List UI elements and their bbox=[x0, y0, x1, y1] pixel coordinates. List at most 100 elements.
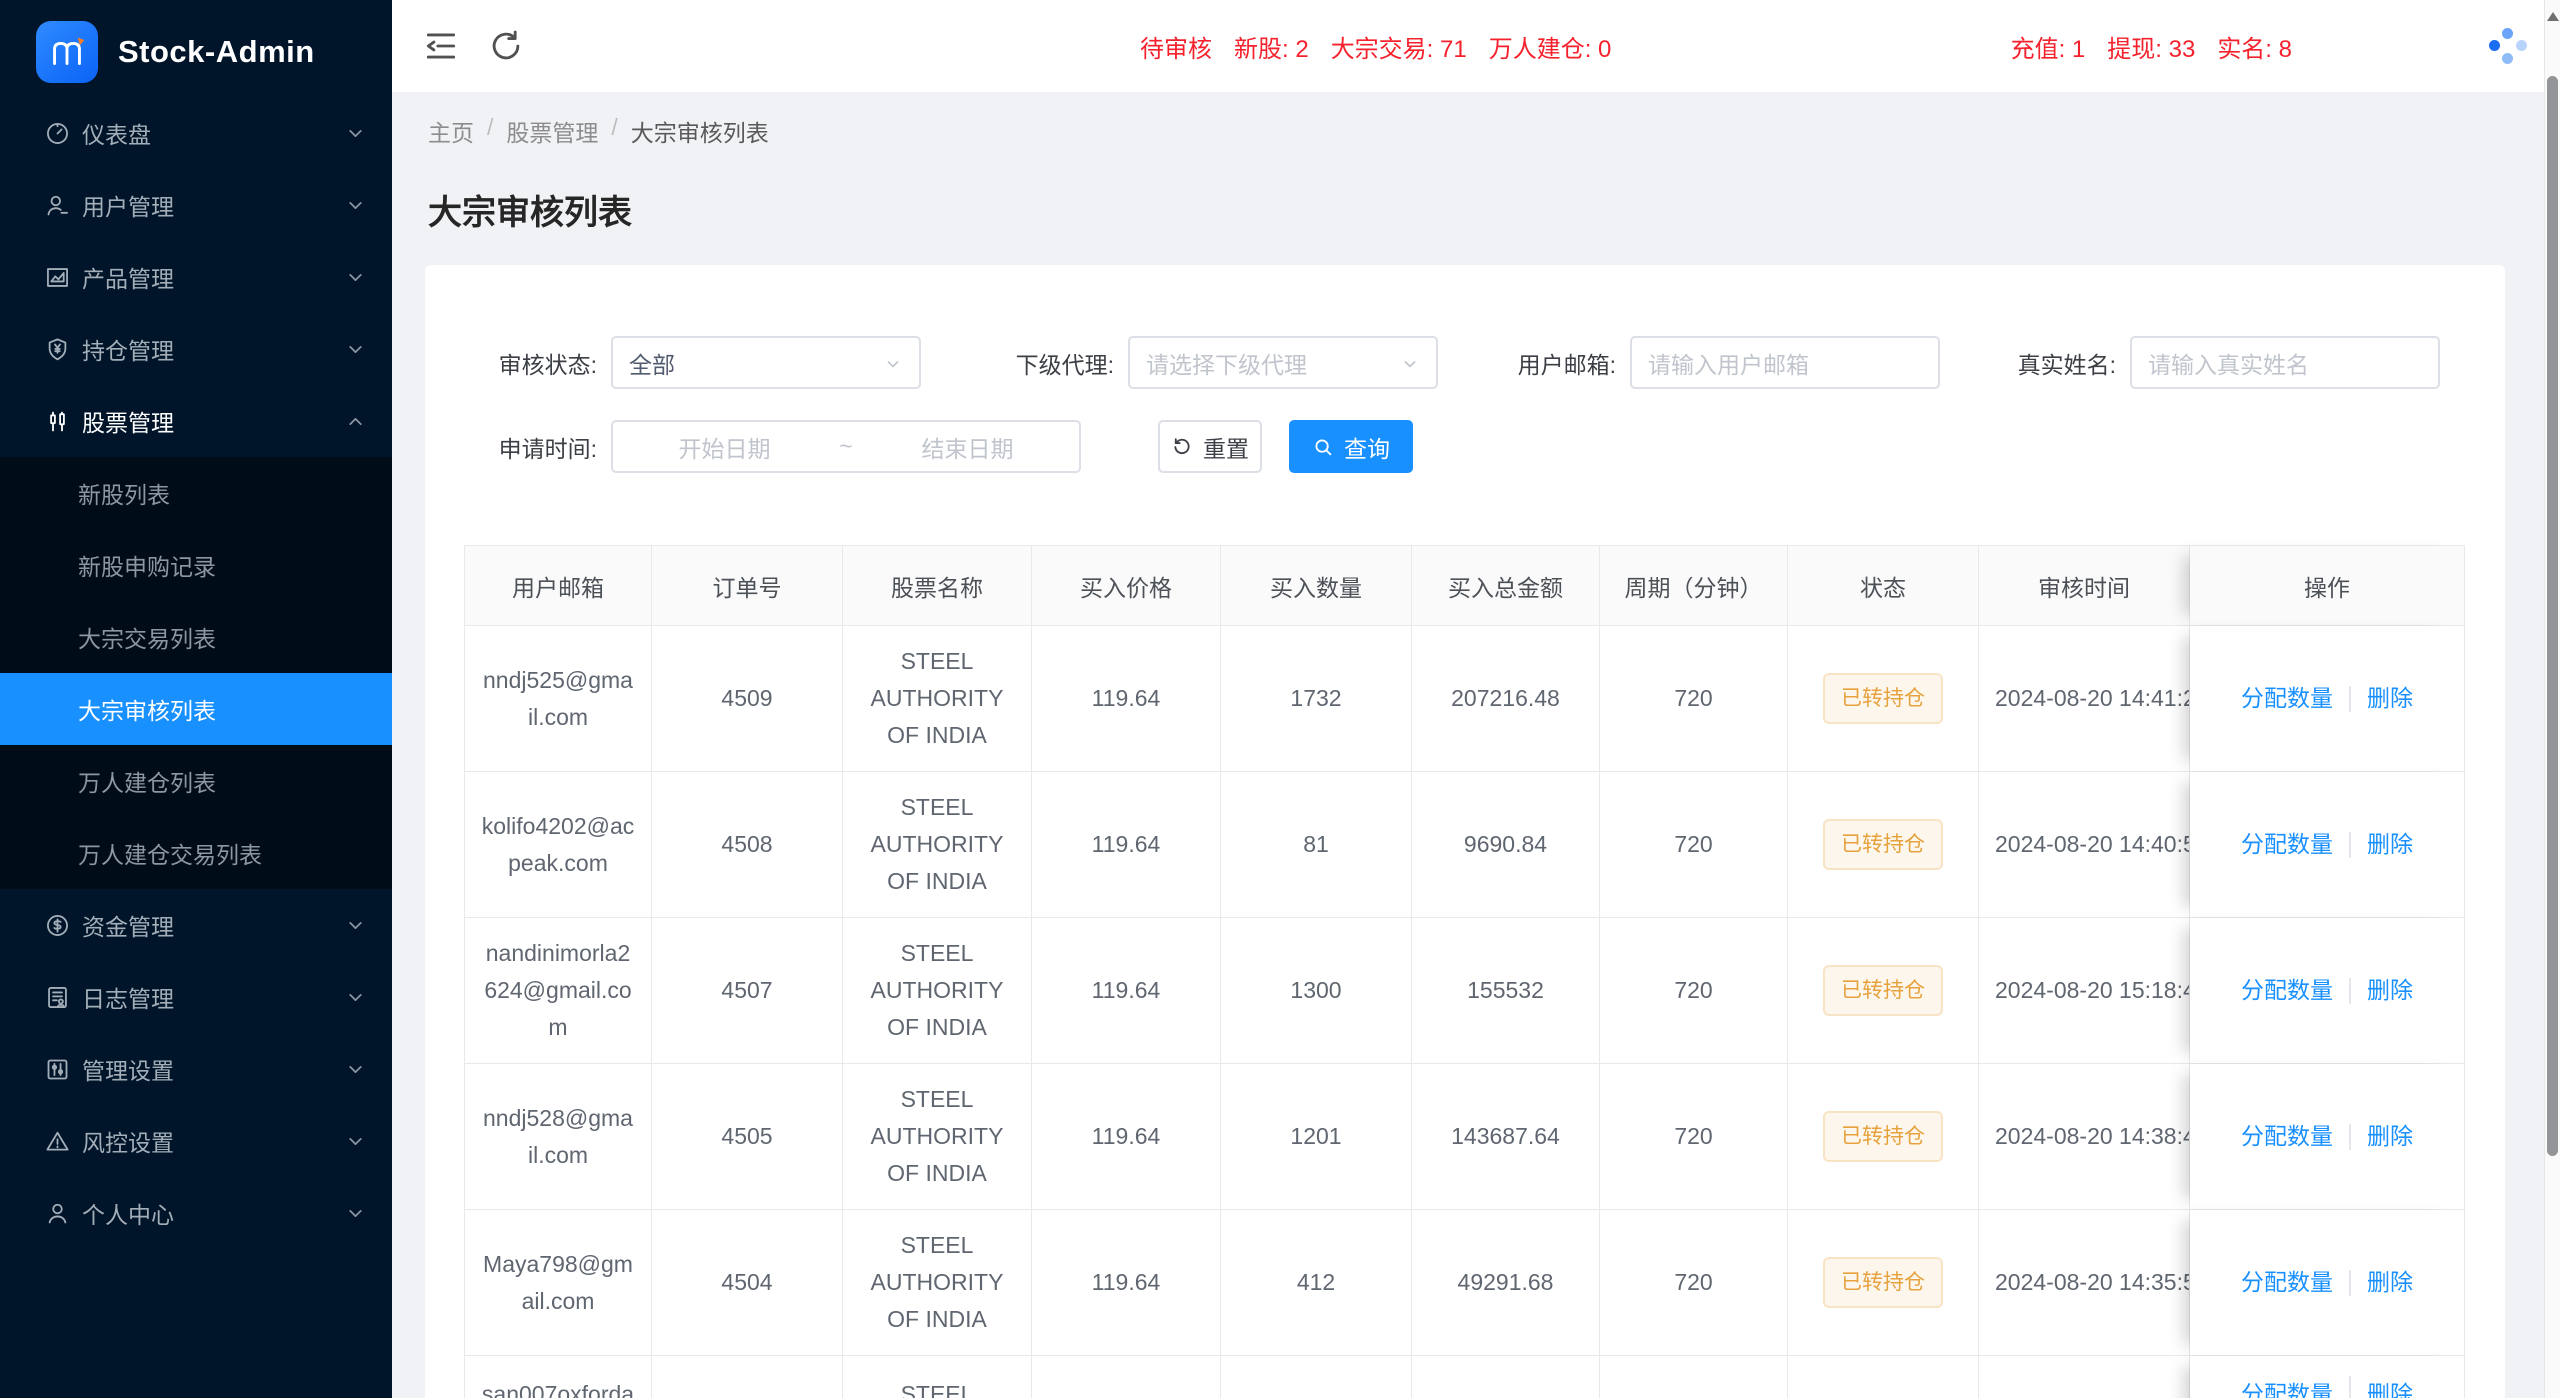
agent-select[interactable]: 请选择下级代理 bbox=[1128, 336, 1438, 389]
sidebar-item-label: 仪表盘 bbox=[82, 116, 345, 150]
realname-input[interactable]: 请输入真实姓名 bbox=[2130, 336, 2440, 389]
sidebar-item-product[interactable]: 产品管理 bbox=[0, 241, 392, 313]
stat-item: 万人建仓: 0 bbox=[1489, 29, 1612, 64]
scrollbar-track[interactable] bbox=[2544, 0, 2560, 1398]
column-header: 买入数量 bbox=[1221, 546, 1412, 625]
allocate-quantity-link[interactable]: 分配数量 bbox=[2241, 1118, 2333, 1155]
cell-total: 155532 bbox=[1412, 918, 1600, 1063]
cell-order: 4508 bbox=[652, 772, 843, 917]
table-body: nndj525@gmail.com4509STEEL AUTHORITY OF … bbox=[465, 626, 2464, 1398]
cell-review-time: 2024-08-20 14:35:5 bbox=[1979, 1210, 2190, 1355]
cell-actions: 分配数量删除 bbox=[2190, 1210, 2464, 1355]
stat-item: 充值: 1 bbox=[2011, 29, 2086, 64]
query-button[interactable]: 查询 bbox=[1289, 420, 1413, 473]
sidebar-subitem[interactable]: 新股列表 bbox=[0, 457, 392, 529]
table-row: nandinimorla2624@gmail.com4507STEEL AUTH… bbox=[465, 918, 2464, 1064]
table-header-row: 用户邮箱订单号股票名称买入价格买入数量买入总金额周期（分钟）状态审核时间操作 bbox=[465, 546, 2464, 626]
cell-period: 720 bbox=[1600, 1064, 1788, 1209]
agent-select-placeholder: 请选择下级代理 bbox=[1146, 346, 1307, 380]
stat-item: 实名: 8 bbox=[2217, 29, 2292, 64]
sidebar-item-profile[interactable]: 个人中心 bbox=[0, 1177, 392, 1249]
allocate-quantity-link[interactable]: 分配数量 bbox=[2241, 1264, 2333, 1301]
chevron-down-icon bbox=[345, 1131, 366, 1152]
date-range-picker[interactable]: 开始日期 ~ 结束日期 bbox=[611, 420, 1081, 473]
cell-price: 119.64 bbox=[1032, 626, 1221, 771]
cell-stock: STEEL AUTHORITY OF INDIA bbox=[843, 1064, 1032, 1209]
sidebar-item-stock[interactable]: 股票管理 bbox=[0, 385, 392, 457]
sidebar-subitem[interactable]: 大宗审核列表 bbox=[0, 673, 392, 745]
cell-stock: STEEL AUTHORITY OF INDIA bbox=[843, 772, 1032, 917]
sidebar-item-position[interactable]: 持仓管理 bbox=[0, 313, 392, 385]
settings-icon bbox=[44, 1056, 71, 1083]
cell-review-time: 2024-08-20 15:18:4 bbox=[1979, 918, 2190, 1063]
refresh-icon[interactable] bbox=[487, 27, 525, 65]
breadcrumb-item[interactable]: 主页 bbox=[428, 114, 474, 148]
cell-period bbox=[1600, 1356, 1788, 1398]
sidebar-item-settings[interactable]: 管理设置 bbox=[0, 1033, 392, 1105]
column-header: 用户邮箱 bbox=[465, 546, 652, 625]
cell-review-time: 2024-08-20 14:41:2 bbox=[1979, 626, 2190, 771]
cell-price: 119.64 bbox=[1032, 918, 1221, 1063]
realname-filter-label: 真实姓名: bbox=[2000, 346, 2116, 380]
menu-fold-icon[interactable] bbox=[422, 27, 460, 65]
table-row: san007oxfordaSTEEL AUTHORITY OF INDIA分配数… bbox=[465, 1356, 2464, 1398]
pending-label: 待审核 bbox=[1140, 29, 1212, 64]
cell-price: 119.64 bbox=[1032, 772, 1221, 917]
status-select[interactable]: 全部 bbox=[611, 336, 921, 389]
filter-row-1: 审核状态: 全部 下级代理: 请选择下级代理 用户邮箱: bbox=[425, 336, 2440, 389]
allocate-quantity-link[interactable]: 分配数量 bbox=[2241, 680, 2333, 717]
cell-stock: STEEL AUTHORITY OF INDIA bbox=[843, 626, 1032, 771]
sidebar-subitem[interactable]: 新股申购记录 bbox=[0, 529, 392, 601]
query-button-label: 查询 bbox=[1344, 430, 1390, 464]
topbar: 待审核新股: 2大宗交易: 71万人建仓: 0 充值: 1提现: 33实名: 8 bbox=[392, 0, 2544, 92]
delete-link[interactable]: 删除 bbox=[2367, 1264, 2413, 1301]
cell-status: 已转持仓 bbox=[1788, 918, 1979, 1063]
filter-row-2: 申请时间: 开始日期 ~ 结束日期 重置 查询 bbox=[425, 420, 1413, 473]
breadcrumb-separator: / bbox=[611, 114, 617, 148]
allocate-quantity-link[interactable]: 分配数量 bbox=[2241, 972, 2333, 1009]
sidebar-item-risk[interactable]: 风控设置 bbox=[0, 1105, 392, 1177]
reset-button[interactable]: 重置 bbox=[1158, 420, 1262, 473]
sidebar-subitem[interactable]: 大宗交易列表 bbox=[0, 601, 392, 673]
cell-email: kolifo4202@acpeak.com bbox=[465, 772, 652, 917]
sidebar-item-log[interactable]: 日志管理 bbox=[0, 961, 392, 1033]
sidebar-item-dashboard[interactable]: 仪表盘 bbox=[0, 97, 392, 169]
sidebar-item-user[interactable]: 用户管理 bbox=[0, 169, 392, 241]
allocate-quantity-link[interactable]: 分配数量 bbox=[2241, 826, 2333, 863]
risk-icon bbox=[44, 1128, 71, 1155]
cell-qty: 1732 bbox=[1221, 626, 1412, 771]
action-divider bbox=[2349, 1270, 2351, 1296]
cell-review-time bbox=[1979, 1356, 2190, 1398]
sidebar-subitem[interactable]: 万人建仓交易列表 bbox=[0, 817, 392, 889]
status-badge: 已转持仓 bbox=[1823, 819, 1943, 871]
cell-qty: 81 bbox=[1221, 772, 1412, 917]
dashboard-icon bbox=[44, 120, 71, 147]
chevron-down-icon bbox=[345, 195, 366, 216]
delete-link[interactable]: 删除 bbox=[2367, 1376, 2413, 1398]
cell-total: 49291.68 bbox=[1412, 1210, 1600, 1355]
delete-link[interactable]: 删除 bbox=[2367, 972, 2413, 1009]
email-input[interactable]: 请输入用户邮箱 bbox=[1630, 336, 1940, 389]
table-row: nndj528@gmail.com4505STEEL AUTHORITY OF … bbox=[465, 1064, 2464, 1210]
scrollbar-thumb[interactable] bbox=[2547, 76, 2558, 1156]
review-table: 用户邮箱订单号股票名称买入价格买入数量买入总金额周期（分钟）状态审核时间操作 n… bbox=[464, 545, 2465, 1398]
cell-actions: 分配数量删除 bbox=[2190, 626, 2464, 771]
allocate-quantity-link[interactable]: 分配数量 bbox=[2241, 1376, 2333, 1398]
cell-actions: 分配数量删除 bbox=[2190, 1064, 2464, 1209]
column-header: 审核时间 bbox=[1979, 546, 2190, 625]
profile-icon bbox=[44, 1200, 71, 1227]
breadcrumb-item[interactable]: 股票管理 bbox=[506, 114, 598, 148]
sidebar-item-fund[interactable]: 资金管理 bbox=[0, 889, 392, 961]
app-window: Stock-Admin 仪表盘 用户管理 产品管理 持仓管理 股票管理新股列表新… bbox=[0, 0, 2560, 1398]
cell-actions: 分配数量删除 bbox=[2190, 772, 2464, 917]
app-title: Stock-Admin bbox=[118, 34, 315, 70]
sidebar-subitem[interactable]: 万人建仓列表 bbox=[0, 745, 392, 817]
delete-link[interactable]: 删除 bbox=[2367, 1118, 2413, 1155]
delete-link[interactable]: 删除 bbox=[2367, 826, 2413, 863]
scroll-up-arrow-icon[interactable] bbox=[2547, 12, 2559, 21]
cell-qty: 412 bbox=[1221, 1210, 1412, 1355]
cell-order bbox=[652, 1356, 843, 1398]
cell-status: 已转持仓 bbox=[1788, 772, 1979, 917]
sidebar-item-label: 股票管理 bbox=[82, 404, 345, 438]
delete-link[interactable]: 删除 bbox=[2367, 680, 2413, 717]
